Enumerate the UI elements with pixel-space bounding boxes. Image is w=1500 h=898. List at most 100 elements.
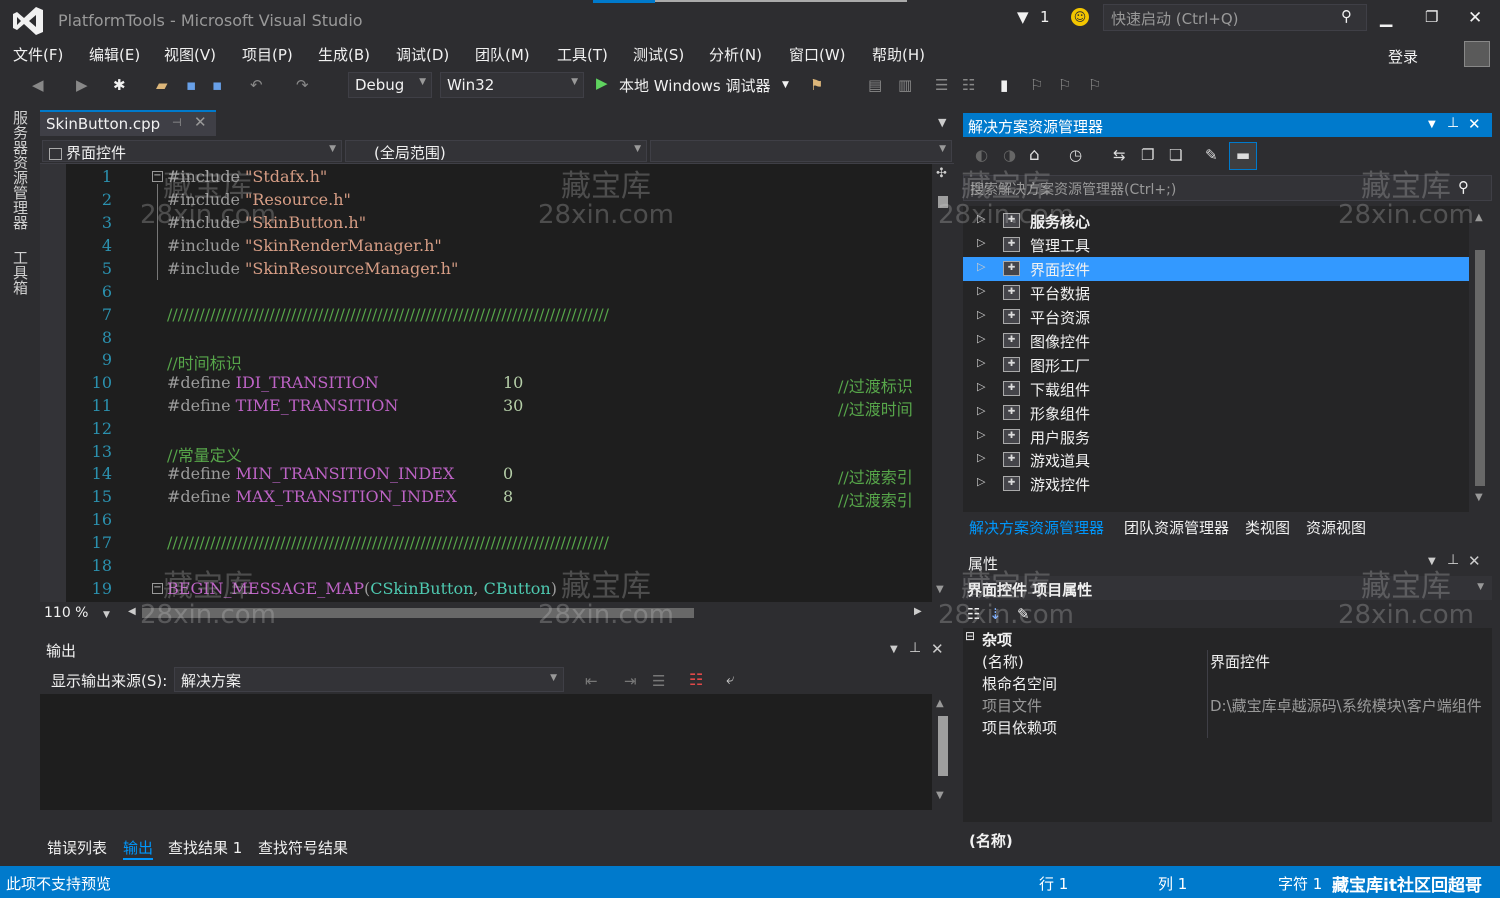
navigate-back-icon[interactable]: ◀ [32, 76, 44, 94]
start-debugging-button[interactable]: 本地 Windows 调试器 [619, 75, 771, 96]
menu-debug[interactable]: 调试(D) [396, 44, 449, 65]
property-value[interactable]: 界面控件 [1210, 651, 1270, 672]
indent-icon[interactable]: ☰ [935, 76, 948, 94]
menu-analyze[interactable]: 分析(N) [709, 44, 762, 65]
go-to-next-message-icon[interactable]: ⇥ [624, 672, 637, 690]
go-to-previous-message-icon[interactable]: ⇤ [585, 672, 598, 690]
tree-item-project[interactable]: ▷ ✚ 游戏道具 [963, 448, 1469, 472]
account-avatar-icon[interactable] [1464, 41, 1490, 67]
outdent-icon[interactable]: ☷ [962, 76, 975, 94]
menu-build[interactable]: 生成(B) [318, 44, 370, 65]
save-icon[interactable]: ▪ [186, 76, 196, 94]
debugger-dropdown-icon[interactable]: ▼ [782, 80, 789, 90]
output-text-area[interactable] [40, 694, 932, 810]
menu-team[interactable]: 团队(M) [475, 44, 530, 65]
pending-changes-filter-icon[interactable]: ◷ [1069, 146, 1082, 164]
collapse-region-icon[interactable]: − [152, 171, 163, 182]
pin-panel-icon[interactable]: ⊥ [1447, 552, 1459, 568]
tree-item-project[interactable]: ▷ ✚ 服务核心 [963, 209, 1469, 233]
scroll-right-arrow-icon[interactable]: ▶ [914, 606, 922, 617]
scroll-up-arrow-icon[interactable]: ▲ [1475, 212, 1483, 223]
scrollbar-thumb[interactable] [938, 716, 948, 776]
navigate-forward-icon[interactable]: ▶ [76, 76, 88, 94]
editor-tab-skinbutton[interactable]: SkinButton.cpp [40, 110, 216, 136]
server-explorer-tab[interactable]: 服务器资源管理器 [10, 110, 31, 230]
output-source-select[interactable]: 解决方案 ▼ [174, 667, 564, 692]
redo-icon[interactable]: ↷ [296, 76, 309, 94]
toolbar-layout-icon[interactable]: ▤ [868, 76, 882, 94]
property-pages-icon[interactable]: ✎ [1017, 605, 1030, 623]
expand-arrow-icon[interactable]: ▷ [977, 356, 985, 369]
back-icon[interactable]: ◐ [975, 146, 988, 164]
expand-arrow-icon[interactable]: ▷ [977, 308, 985, 321]
property-row[interactable]: 项目文件 D:\藏宝库卓越源码\系统模块\客户端组件 [963, 694, 1492, 716]
zoom-level-select[interactable]: 110 % ▼ [44, 605, 110, 621]
bookmark-icon[interactable]: ▮ [1000, 76, 1008, 94]
close-panel-icon[interactable]: ✕ [1468, 552, 1481, 570]
feedback-filter-icon[interactable]: ▼ [1017, 8, 1029, 26]
show-all-files-icon[interactable]: ❏ [1169, 146, 1182, 164]
property-row[interactable]: 根命名空间 [963, 672, 1492, 694]
tab-find-results-1[interactable]: 查找结果 1 [168, 837, 242, 858]
expand-arrow-icon[interactable]: ▷ [977, 475, 985, 488]
next-bookmark-icon[interactable]: ⚐ [1058, 76, 1071, 94]
tree-item-project[interactable]: ▷ ✚ 平台数据 [963, 281, 1469, 305]
panel-menu-dropdown-icon[interactable]: ▼ [1428, 556, 1436, 567]
sync-with-document-icon[interactable]: ⇆ [1113, 146, 1126, 164]
collapse-category-icon[interactable]: ⊟ [965, 629, 975, 643]
expand-arrow-icon[interactable]: ▷ [977, 332, 985, 345]
sign-in-link[interactable]: 登录 [1388, 46, 1418, 67]
tree-item-project-selected[interactable]: ▷ ✚ 界面控件 [963, 257, 1469, 281]
solution-explorer-search-input[interactable]: 搜索解决方案资源管理器(Ctrl+;) [963, 175, 1492, 201]
menu-project[interactable]: 项目(P) [242, 44, 293, 65]
notification-count[interactable]: 1 [1040, 8, 1050, 26]
collapse-region-icon[interactable]: − [152, 583, 163, 594]
restore-button[interactable]: ❐ [1425, 8, 1438, 26]
search-icon[interactable]: ⚲ [1458, 178, 1469, 196]
scroll-down-arrow-icon[interactable]: ▼ [936, 584, 944, 595]
expand-arrow-icon[interactable]: ▷ [977, 380, 985, 393]
property-row[interactable]: (名称) 界面控件 [963, 650, 1492, 672]
split-window-icon[interactable]: ✣ [936, 166, 947, 181]
tab-solution-explorer[interactable]: 解决方案资源管理器 [969, 517, 1104, 538]
tab-overflow-dropdown-icon[interactable]: ▼ [938, 116, 946, 129]
properties-wrench-icon[interactable]: ✎ [1205, 146, 1218, 164]
menu-test[interactable]: 测试(S) [633, 44, 684, 65]
property-column-divider[interactable] [1207, 650, 1208, 738]
expand-arrow-icon[interactable]: ▷ [977, 404, 985, 417]
scroll-up-arrow-icon[interactable]: ▲ [936, 698, 944, 709]
tab-team-explorer[interactable]: 团队资源管理器 [1124, 517, 1229, 538]
function-scope-select[interactable]: ▼ [650, 140, 952, 162]
expand-arrow-icon[interactable]: ▷ [977, 212, 985, 225]
pin-panel-icon[interactable]: ⊥ [909, 640, 921, 656]
quick-launch-input[interactable]: 快速启动 (Ctrl+Q) [1103, 4, 1367, 31]
toolbox-tab[interactable]: 工具箱 [10, 250, 31, 295]
expand-arrow-icon[interactable]: ▷ [977, 236, 985, 249]
scroll-down-arrow-icon[interactable]: ▼ [1475, 492, 1483, 503]
horizontal-scrollbar-thumb[interactable] [142, 608, 694, 618]
solution-platform-select[interactable]: Win32 ▼ [440, 72, 584, 98]
close-tab-icon[interactable]: ✕ [194, 113, 207, 131]
scroll-left-arrow-icon[interactable]: ◀ [128, 606, 136, 617]
menu-window[interactable]: 窗口(W) [789, 44, 846, 65]
alphabetical-icon[interactable]: ⇣ [989, 605, 1002, 623]
scrollbar-thumb[interactable] [938, 196, 948, 208]
close-panel-icon[interactable]: ✕ [1468, 115, 1481, 133]
toggle-word-wrap-icon[interactable]: ⤶ [726, 670, 734, 688]
tree-item-project[interactable]: ▷ ✚ 图像控件 [963, 329, 1469, 353]
menu-file[interactable]: 文件(F) [13, 44, 63, 65]
collapse-all-icon[interactable]: ❐ [1141, 146, 1154, 164]
expand-arrow-icon[interactable]: ▷ [977, 451, 985, 464]
pin-panel-icon[interactable]: ⊥ [1447, 115, 1459, 131]
send-feedback-smile-icon[interactable]: ☺ [1071, 8, 1089, 26]
pin-tab-icon[interactable]: ⊣ [172, 116, 182, 129]
tree-item-project[interactable]: ▷ ✚ 下载组件 [963, 377, 1469, 401]
close-window-button[interactable]: ✕ [1468, 8, 1482, 28]
tab-class-view[interactable]: 类视图 [1245, 517, 1290, 538]
menu-tools[interactable]: 工具(T) [557, 44, 608, 65]
tab-find-symbol-results[interactable]: 查找符号结果 [258, 837, 348, 858]
clear-all-icon[interactable]: ☷ [689, 670, 703, 689]
categorized-icon[interactable]: ☷ [967, 605, 980, 623]
tab-error-list[interactable]: 错误列表 [47, 837, 107, 858]
new-project-icon[interactable]: ✱ [113, 76, 126, 94]
